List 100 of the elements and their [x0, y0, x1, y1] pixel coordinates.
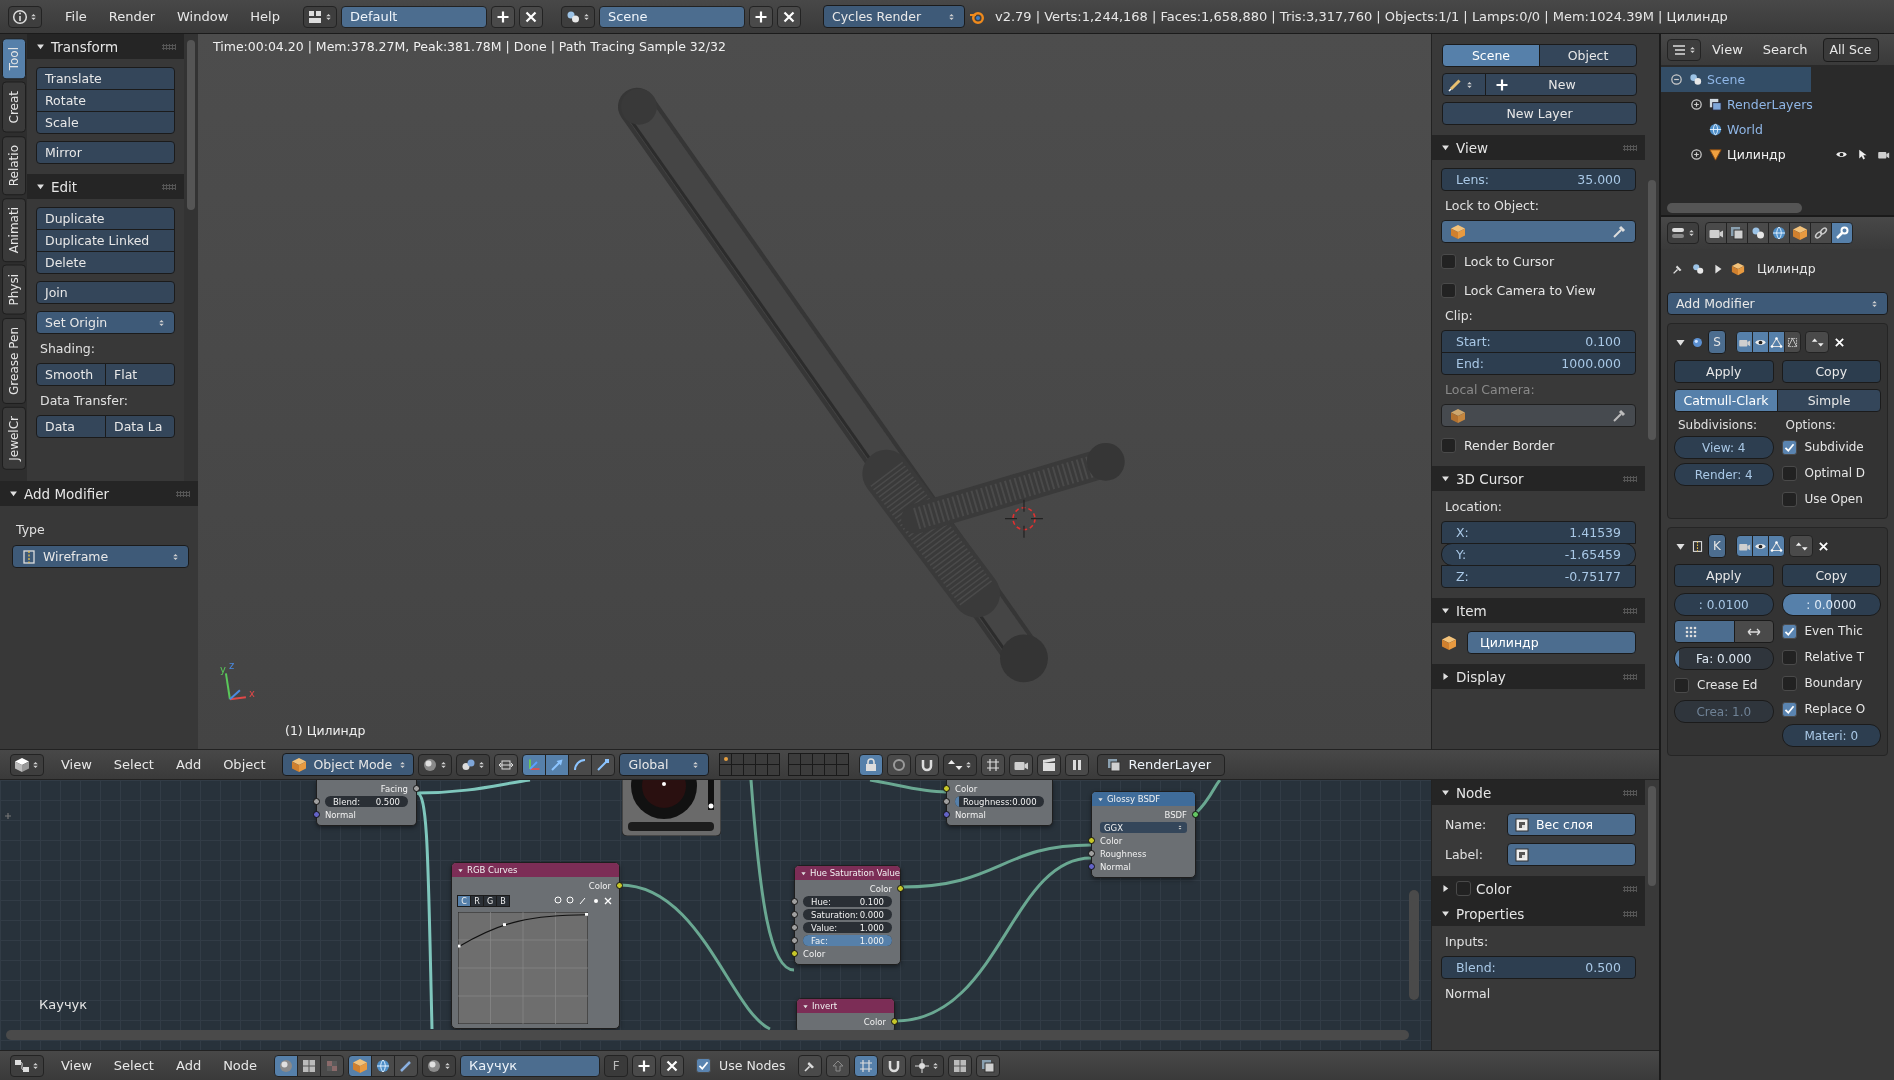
number-field[interactable]: Saturation: 0.000	[803, 909, 892, 920]
channel-button[interactable]: R	[470, 895, 484, 907]
menu-item[interactable]: Search	[1753, 39, 1817, 60]
menu-item[interactable]: View	[52, 754, 101, 775]
shelf-tab[interactable]: Creat	[2, 82, 26, 133]
modifier-button[interactable]: Apply	[1674, 360, 1774, 383]
number-field[interactable]: Hue: 0.100	[803, 896, 892, 907]
panel-header[interactable]: Transform	[27, 34, 184, 59]
channel-button[interactable]: B	[496, 895, 510, 907]
new-layer-button[interactable]: New Layer	[1442, 102, 1637, 125]
shelf-tab[interactable]: Grease Pen	[2, 317, 26, 404]
mode-tab[interactable]: Object	[1539, 44, 1637, 67]
slider[interactable]: Fac: 1.000	[803, 935, 892, 946]
number-field[interactable]: Z: -0.75177	[1441, 565, 1636, 588]
panel-header[interactable]: Properties	[1432, 901, 1645, 926]
panel-header[interactable]: View	[1432, 135, 1645, 160]
tool-button[interactable]: Scale	[36, 111, 175, 134]
panel-header[interactable]: Add Modifier	[0, 481, 198, 506]
node[interactable]: Glossy BSDF BSDF GGX Color Roughness Normal	[1091, 791, 1196, 878]
number-field[interactable]: Y: -1.65459	[1441, 543, 1636, 566]
modifier-button[interactable]: Apply	[1674, 564, 1774, 587]
tool-button[interactable]: Duplicate Linked	[36, 229, 175, 252]
mode-tab[interactable]: Scene	[1442, 44, 1540, 67]
shelf-tab[interactable]: Animati	[2, 198, 26, 263]
node-header[interactable]: Invert	[797, 999, 894, 1013]
panel-header[interactable]: Item	[1432, 598, 1645, 623]
tree-item[interactable]: World	[1661, 117, 1894, 142]
number-field[interactable]: Materi: 0	[1781, 724, 1881, 747]
menu-item[interactable]: Object	[214, 754, 275, 775]
node[interactable]: RGB Curves Color C R G B	[451, 862, 620, 1029]
number-field[interactable]: Blend: 0.500	[1441, 956, 1636, 979]
menu-item[interactable]: View	[1703, 39, 1752, 60]
modifier-button[interactable]: Copy	[1781, 360, 1881, 383]
tool-button[interactable]: Flat	[105, 363, 175, 386]
slider[interactable]: Roughness:0.000	[955, 796, 1044, 807]
engine-dropdown[interactable]: Cycles Render	[822, 5, 965, 28]
panel-header[interactable]: Node	[1432, 780, 1645, 805]
slider[interactable]: : 0.0000	[1781, 593, 1881, 616]
channel-button[interactable]: C	[457, 895, 471, 907]
number-field[interactable]: End: 1000.000	[1441, 352, 1636, 375]
number-field[interactable]: Render: 4	[1674, 463, 1774, 486]
shelf-tab[interactable]: Physi	[2, 265, 26, 315]
scene-field[interactable]: Scene	[598, 5, 745, 28]
shelf-tab[interactable]: JewelCr	[2, 406, 26, 470]
number-field[interactable]: Blend: 0.500	[325, 796, 408, 807]
tool-button[interactable]: Data La	[105, 415, 175, 438]
node[interactable]: Facing Blend: 0.500 Normal	[316, 780, 417, 826]
tool-button[interactable]: Join	[36, 281, 175, 304]
number-field[interactable]: View: 4	[1674, 436, 1774, 459]
node-header[interactable]: RGB Curves	[452, 863, 619, 877]
node-header[interactable]: Glossy BSDF	[1092, 792, 1195, 806]
tree-item[interactable]: RenderLayers	[1661, 92, 1894, 117]
menu-item[interactable]: Add	[166, 1055, 211, 1076]
node-header[interactable]: Hue Saturation Value	[795, 866, 900, 880]
modifier-name-field[interactable]: S	[1708, 330, 1726, 354]
panel-header[interactable]: Display	[1432, 664, 1645, 689]
panel-header[interactable]: Edit	[27, 174, 184, 199]
add-modifier-dropdown[interactable]: Add Modifier	[1667, 292, 1888, 315]
tree-item[interactable]: Цилиндр	[1661, 142, 1894, 167]
dropdown[interactable]: Set Origin	[36, 311, 175, 334]
menu-item[interactable]: Window	[168, 6, 238, 27]
menu-item[interactable]: Add	[166, 754, 211, 775]
number-field[interactable]: : 0.0100	[1674, 593, 1774, 616]
node[interactable]: Hue Saturation Value Color Hue: 0.100 Saturation: 0.000 Value: 1.000 Fac: 1.000 Color	[794, 865, 901, 965]
modifier-name-field[interactable]: K	[1708, 534, 1726, 558]
name-field[interactable]: Цилиндр	[1467, 631, 1636, 654]
shelf-tab[interactable]: Relatio	[2, 135, 26, 196]
panel-header[interactable]: 3D Cursor	[1432, 466, 1645, 491]
channel-button[interactable]: G	[483, 895, 497, 907]
subdivision-type-tab[interactable]: Catmull-Clark	[1674, 389, 1778, 412]
node[interactable]: Color Roughness:0.000 Normal	[946, 780, 1053, 826]
menu-item[interactable]: File	[56, 6, 96, 27]
tool-button[interactable]: Duplicate	[36, 207, 175, 230]
new-button[interactable]: New	[1485, 73, 1637, 96]
menu-item[interactable]: Help	[241, 6, 289, 27]
dropdown[interactable]: Wireframe	[12, 545, 189, 568]
dropdown[interactable]: GGX	[1100, 822, 1187, 833]
orientation-dropdown[interactable]: Global	[619, 753, 710, 776]
panel-header[interactable]: Color	[1432, 876, 1645, 901]
layout-field[interactable]: Default	[340, 5, 487, 28]
menu-item[interactable]: Node	[214, 1055, 267, 1076]
number-field[interactable]: Lens: 35.000	[1441, 168, 1636, 191]
menu-item[interactable]: Render	[99, 6, 165, 27]
menu-item[interactable]: View	[52, 1055, 101, 1076]
menu-item[interactable]: Select	[104, 754, 163, 775]
tool-button[interactable]: Translate	[36, 67, 175, 90]
tool-button[interactable]: Smooth	[36, 363, 106, 386]
material-field[interactable]: Каучук	[460, 1054, 601, 1077]
menu-item[interactable]: Select	[104, 1055, 163, 1076]
number-field[interactable]: Value: 1.000	[803, 922, 892, 933]
mode-dropdown[interactable]: Object Mode	[282, 753, 415, 776]
tool-button[interactable]: Data	[36, 415, 106, 438]
tool-button[interactable]: Mirror	[36, 141, 175, 164]
fake-user-button[interactable]: F	[604, 1054, 629, 1077]
tool-button[interactable]: Delete	[36, 251, 175, 274]
tool-button[interactable]: Rotate	[36, 89, 175, 112]
modifier-button[interactable]: Copy	[1781, 564, 1881, 587]
text-field[interactable]: Вес слоя	[1507, 813, 1636, 836]
display-mode-dropdown[interactable]: All Sce	[1822, 37, 1879, 62]
render-layer-field[interactable]: RenderLayer	[1097, 753, 1226, 776]
